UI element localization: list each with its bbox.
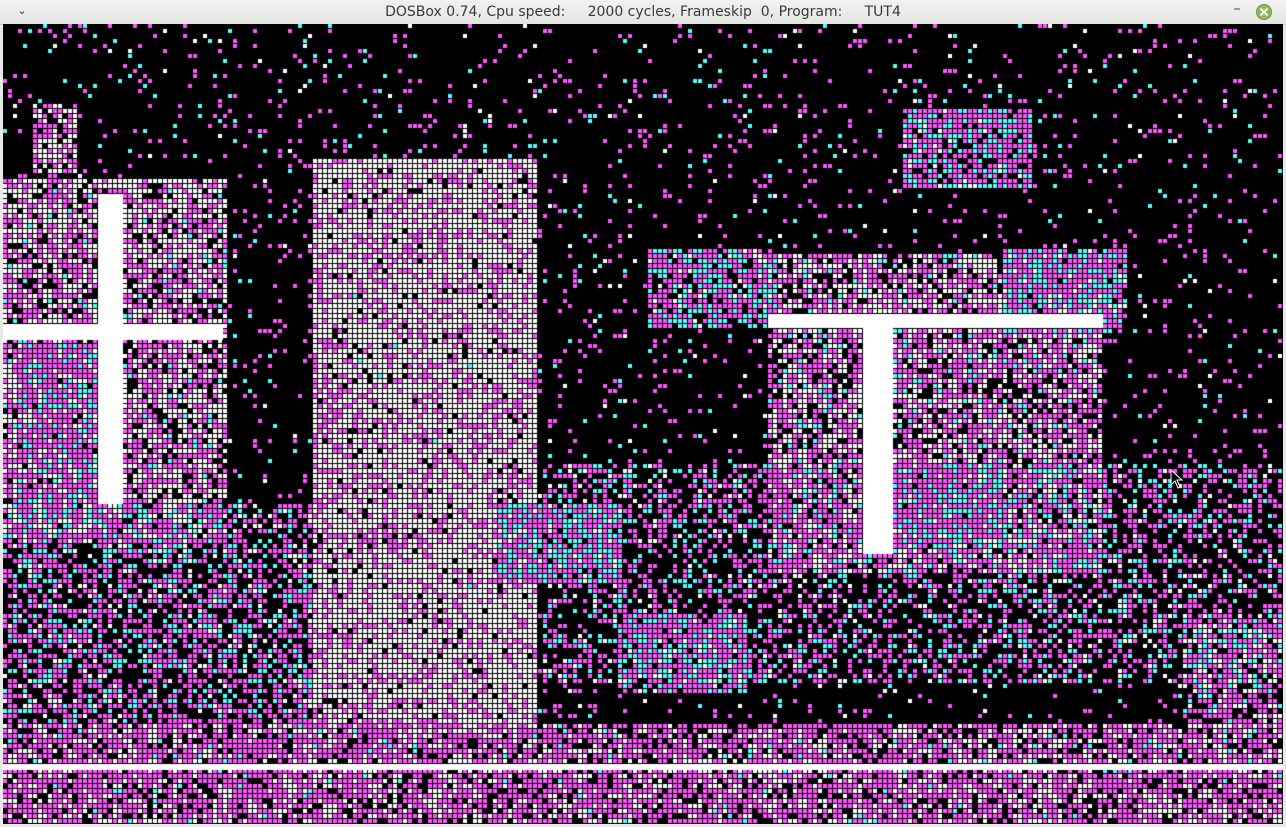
dos-screen[interactable] [3,24,1283,824]
mouse-pointer-icon [1170,469,1184,489]
cga-image [3,24,1283,824]
title-bar[interactable]: ⌄ DOSBox 0.74, Cpu speed: 2000 cycles, F… [0,0,1286,25]
close-icon[interactable] [1256,4,1272,20]
minimize-icon[interactable]: – [1228,2,1246,20]
window-title: DOSBox 0.74, Cpu speed: 2000 cycles, Fra… [385,4,901,20]
